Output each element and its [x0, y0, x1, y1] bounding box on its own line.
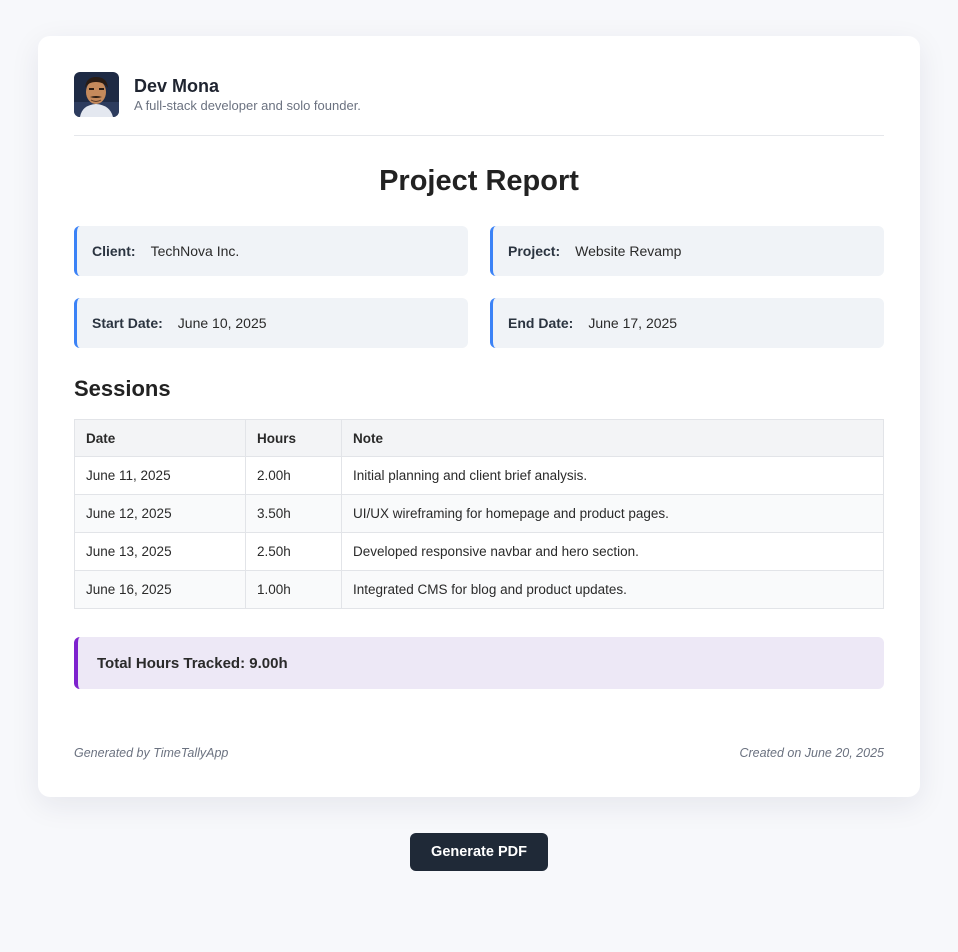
start-date-label: Start Date: — [92, 315, 163, 331]
profile-name: Dev Mona — [134, 76, 220, 96]
session-note: Initial planning and client brief analys… — [341, 456, 884, 495]
profile-header: Dev Mona A full-stack developer and solo… — [74, 72, 884, 117]
client-label: Client: — [92, 243, 136, 259]
table-row: June 11, 2025 2.00h Initial planning and… — [74, 456, 884, 495]
report-footer: Generated by TimeTallyApp Created on Jun… — [74, 746, 884, 760]
session-date: June 16, 2025 — [74, 570, 246, 609]
table-row: June 16, 2025 1.00h Integrated CMS for b… — [74, 570, 884, 609]
column-header-hours: Hours — [245, 419, 342, 457]
report-info: Client: TechNova Inc. Project: Website R… — [74, 226, 884, 348]
client-info: Client: TechNova Inc. — [74, 226, 468, 276]
avatar — [74, 72, 119, 117]
session-note: UI/UX wireframing for homepage and produ… — [341, 494, 884, 533]
session-note: Integrated CMS for blog and product upda… — [341, 570, 884, 609]
generate-pdf-button[interactable]: Generate PDF — [410, 833, 548, 871]
project-info: Project: Website Revamp — [490, 226, 884, 276]
project-value: Website Revamp — [575, 243, 682, 259]
end-date-value: June 17, 2025 — [588, 315, 678, 331]
sessions-heading: Sessions — [74, 376, 171, 401]
start-date-info: Start Date: June 10, 2025 — [74, 298, 468, 348]
project-label: Project: — [508, 243, 561, 259]
total-hours-text: Total Hours Tracked: 9.00h — [97, 654, 288, 672]
page-title: Project Report — [379, 165, 579, 197]
client-value: TechNova Inc. — [150, 243, 240, 259]
report-card: Dev Mona A full-stack developer and solo… — [38, 36, 920, 797]
table-header-row: Date Hours Note — [74, 419, 884, 457]
end-date-label: End Date: — [508, 315, 574, 331]
session-hours: 3.50h — [245, 494, 342, 533]
session-hours: 1.00h — [245, 570, 342, 609]
generated-by-text: Generated by TimeTallyApp — [74, 746, 229, 760]
session-hours: 2.50h — [245, 532, 342, 571]
end-date-info: End Date: June 17, 2025 — [490, 298, 884, 348]
avatar-image — [74, 72, 119, 117]
session-hours: 2.00h — [245, 456, 342, 495]
table-row: June 13, 2025 2.50h Developed responsive… — [74, 532, 884, 571]
start-date-value: June 10, 2025 — [177, 315, 267, 331]
created-on-text: Created on June 20, 2025 — [739, 746, 884, 760]
sessions-table: Date Hours Note June 11, 2025 2.00h Init… — [74, 419, 884, 609]
profile-bio: A full-stack developer and solo founder. — [134, 98, 361, 113]
session-date: June 11, 2025 — [74, 456, 246, 495]
session-date: June 13, 2025 — [74, 532, 246, 571]
session-note: Developed responsive navbar and hero sec… — [341, 532, 884, 571]
session-date: June 12, 2025 — [74, 494, 246, 533]
total-hours-banner: Total Hours Tracked: 9.00h — [74, 637, 884, 689]
divider — [74, 135, 884, 136]
column-header-note: Note — [341, 419, 884, 457]
column-header-date: Date — [74, 419, 246, 457]
table-row: June 12, 2025 3.50h UI/UX wireframing fo… — [74, 494, 884, 533]
